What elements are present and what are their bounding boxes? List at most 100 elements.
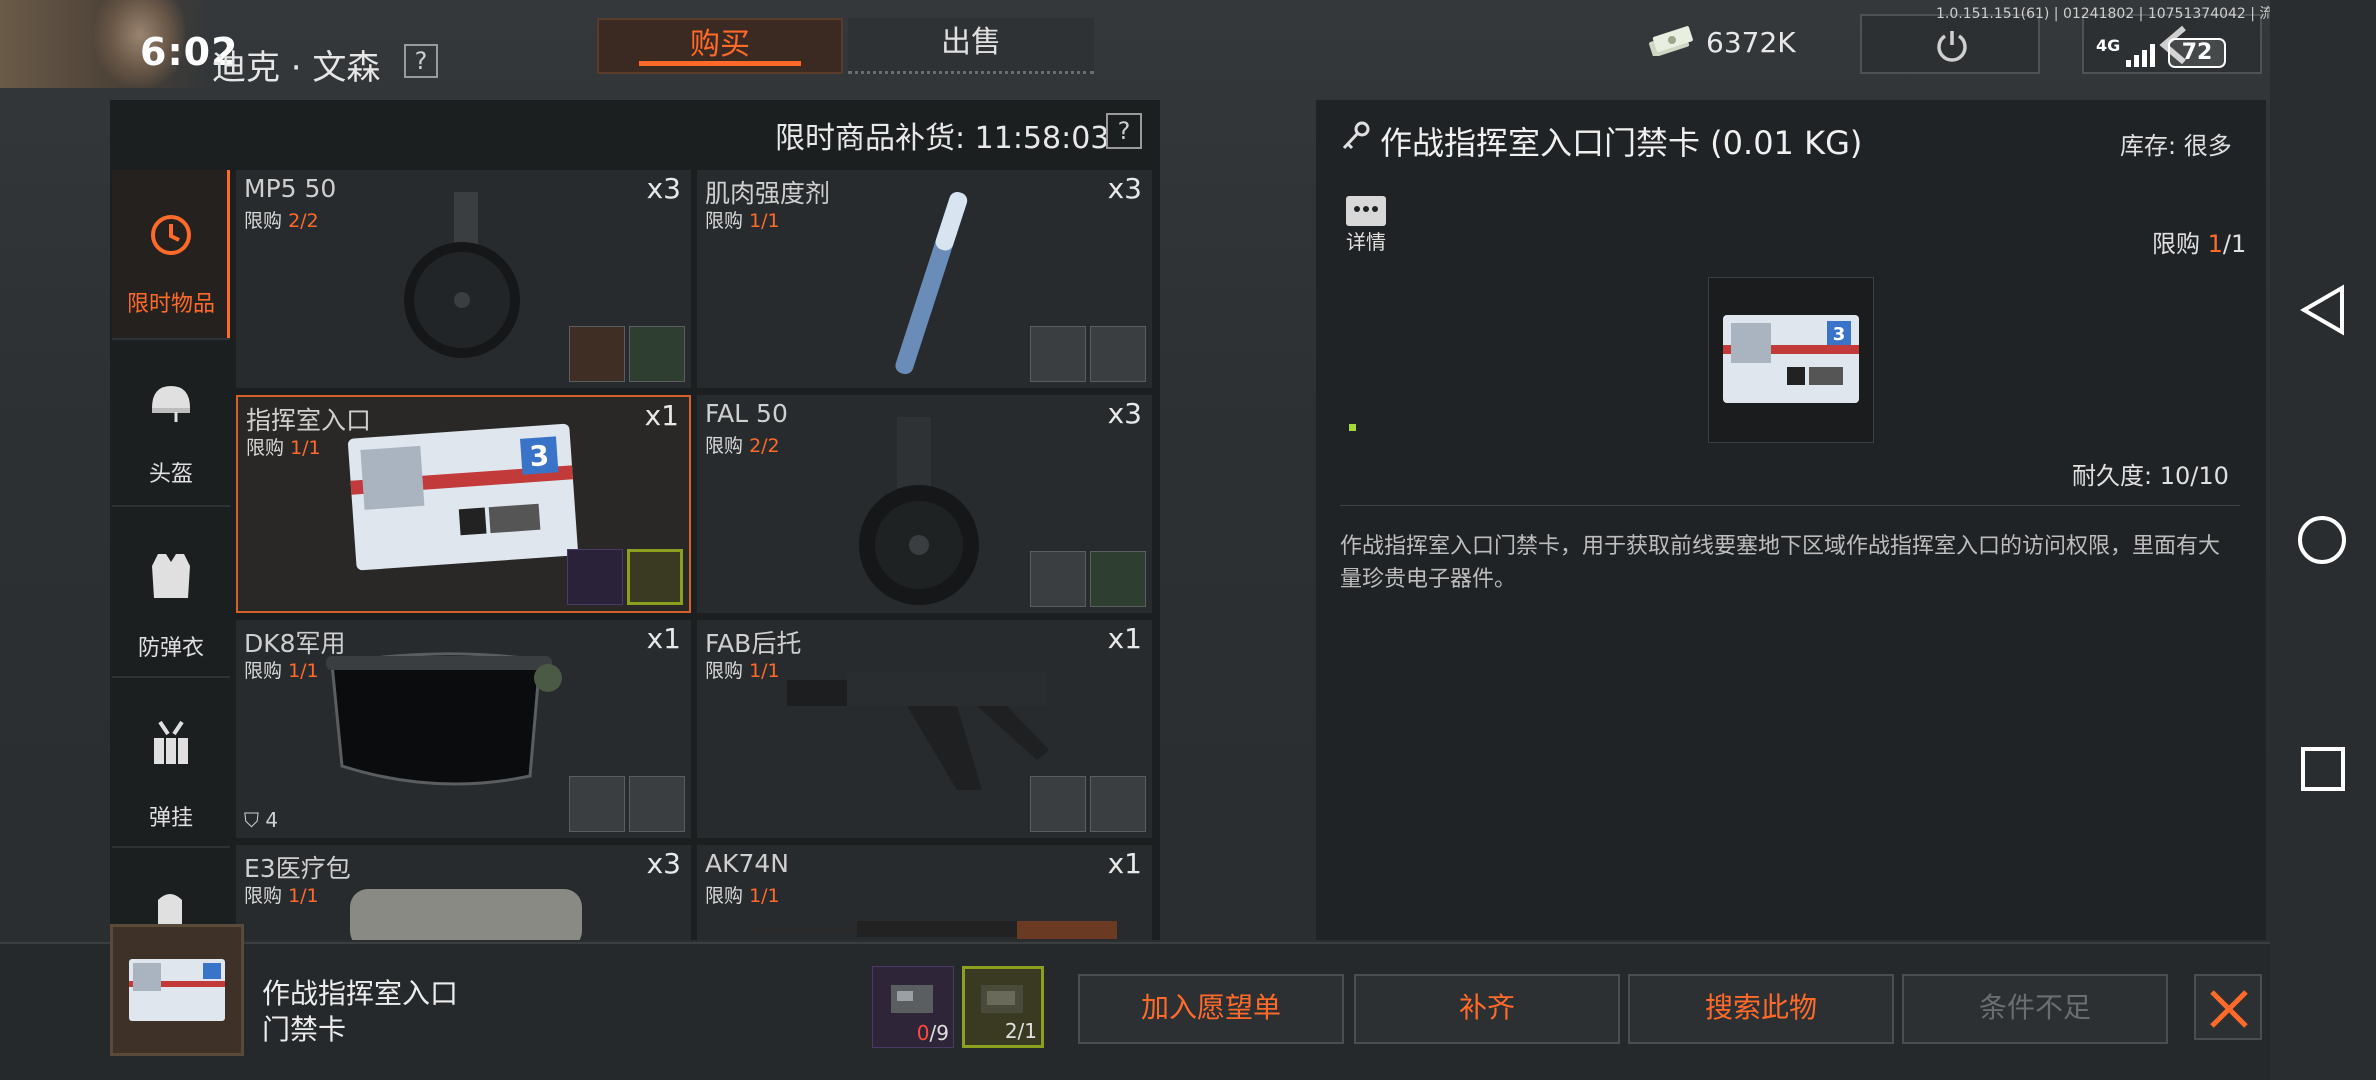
keycard-image: 3 [1723,315,1859,403]
item-limit: 限购 1/1 [705,210,780,232]
helmet-icon [152,386,190,422]
keycard-image [129,959,225,1021]
stock-image [787,672,1049,790]
selected-item-name: 作战指挥室入口门禁卡 [262,977,459,1046]
category-helmet[interactable]: 头盔 [112,360,230,500]
required-materials [569,776,685,832]
shop-item-card[interactable]: MP5 50 限购 2/2 x3 [236,170,691,388]
divider [112,676,230,678]
material-bag-icon [629,776,685,832]
close-button[interactable] [2194,974,2262,1040]
item-quantity: x1 [1107,622,1142,655]
category-limited[interactable]: 限时物品 [112,170,230,338]
item-quantity: x1 [646,622,681,655]
backpack-icon[interactable] [150,888,190,928]
shop-item-card[interactable]: DK8军用 限购 1/1 x1 ⛉ 4 [236,620,691,838]
item-quantity: x1 [1107,847,1142,880]
item-limit: 限购 1/1 [705,660,780,682]
shop-item-card[interactable]: AK74N 限购 1/1 x1 [697,845,1152,940]
item-name: FAL 50 [705,399,788,428]
fill-materials-button[interactable]: 补齐 [1354,974,1620,1044]
shop-item-card[interactable]: FAB后托 限购 1/1 x1 [697,620,1152,838]
nav-recents-icon[interactable] [2300,746,2346,792]
drum-magazine-image [404,192,520,358]
material-part-icon [1090,326,1146,382]
material-wallet-icon [569,326,625,382]
shop-item-card[interactable]: 肌肉强度剂 限购 1/1 x3 [697,170,1152,388]
system-nav-bar [2270,0,2376,1080]
material-gauge-icon [1030,326,1086,382]
clock-icon [151,215,191,255]
item-limit: 限购 1/1 [244,660,319,682]
material-count: 0/9 [916,1021,949,1045]
player-help-button[interactable]: ? [404,44,438,78]
required-materials [1030,326,1146,382]
vest-icon [152,554,190,598]
category-label: 限时物品 [126,292,215,317]
material-tube-icon [1030,551,1086,607]
tab-sell[interactable]: 出售 [848,18,1094,74]
item-quantity: x3 [646,847,681,880]
required-material-electronic[interactable]: 0/9 [872,966,954,1048]
required-materials [569,326,685,382]
network-type: 4G [2096,36,2121,55]
item-quantity: x3 [646,172,681,205]
status-dot [1349,424,1356,431]
material-cash-icon [629,326,685,382]
keycard-image: 3 [348,423,578,571]
material-extinguisher-icon [1090,776,1146,832]
stock-label: 库存: 很多 [2120,132,2232,160]
player-name: 迪克 · 文森 [212,48,381,88]
item-limit: 限购 1/1 [244,885,319,907]
category-label: 弹挂 [148,806,193,831]
detail-purchase-limit: 限购 1/1 [2152,230,2247,258]
nav-home-icon[interactable] [2296,514,2348,566]
condition-unmet-button[interactable]: 条件不足 [1902,974,2168,1044]
add-to-wishlist-button[interactable]: 加入愿望单 [1078,974,1344,1044]
required-materials [1030,551,1146,607]
material-circuit-icon [627,549,683,605]
shop-item-card[interactable]: FAL 50 限购 2/2 x3 [697,395,1152,613]
category-label: 防弹衣 [137,636,204,661]
category-armor[interactable]: 防弹衣 [112,530,230,670]
required-material-circuit[interactable]: 2/1 [962,966,1044,1048]
exit-button[interactable] [1860,14,2040,74]
divider [112,338,230,340]
material-electronic-icon [567,549,623,605]
item-limit: 限购 1/1 [705,885,780,907]
durability-label: 耐久度: 10/10 [2072,462,2229,490]
tab-buy[interactable]: 购买 [597,18,843,74]
rifle-image [747,921,1117,939]
item-preview: 3 [1708,277,1874,443]
item-limit: 限购 2/2 [705,435,780,457]
restock-help-button[interactable]: ? [1106,113,1142,149]
keycard-number: 3 [1833,324,1846,345]
cash-icon [1646,26,1694,58]
shop-item-card[interactable]: E3医疗包 限购 1/1 x3 [236,845,691,940]
nav-back-icon[interactable] [2298,284,2348,336]
item-name: E3医疗包 [244,854,351,883]
key-icon [1340,120,1372,156]
material-bottle-icon [1030,776,1086,832]
item-limit: 限购 1/1 [246,437,321,459]
item-detail-panel [1316,100,2266,940]
selected-item-thumbnail [110,924,244,1056]
required-materials [1030,776,1146,832]
shop-item-card-selected[interactable]: 指挥室入口 限购 1/1 x1 3 [236,395,691,613]
item-name: MP5 50 [244,174,337,203]
close-icon [2210,990,2248,1028]
category-rig[interactable]: 弹挂 [112,700,230,840]
divider [1340,505,2240,506]
divider [112,505,230,507]
material-cash-icon [1090,551,1146,607]
material-count: 2/1 [1004,1019,1037,1043]
details-icon[interactable] [1346,196,1386,226]
item-description: 作战指挥室入口门禁卡，用于获取前线要塞地下区域作战指挥室入口的访问权限，里面有大… [1340,534,2221,592]
details-label[interactable]: 详情 [1346,226,1386,255]
medkit-image [350,889,582,940]
version-info: 1.0.151.151(61) | 01241802 | 10751374042… [1936,6,2288,22]
tab-active-indicator [639,61,801,66]
item-quantity: x1 [644,399,679,432]
signal-icon [2124,40,2164,72]
search-item-button[interactable]: 搜索此物 [1628,974,1894,1044]
